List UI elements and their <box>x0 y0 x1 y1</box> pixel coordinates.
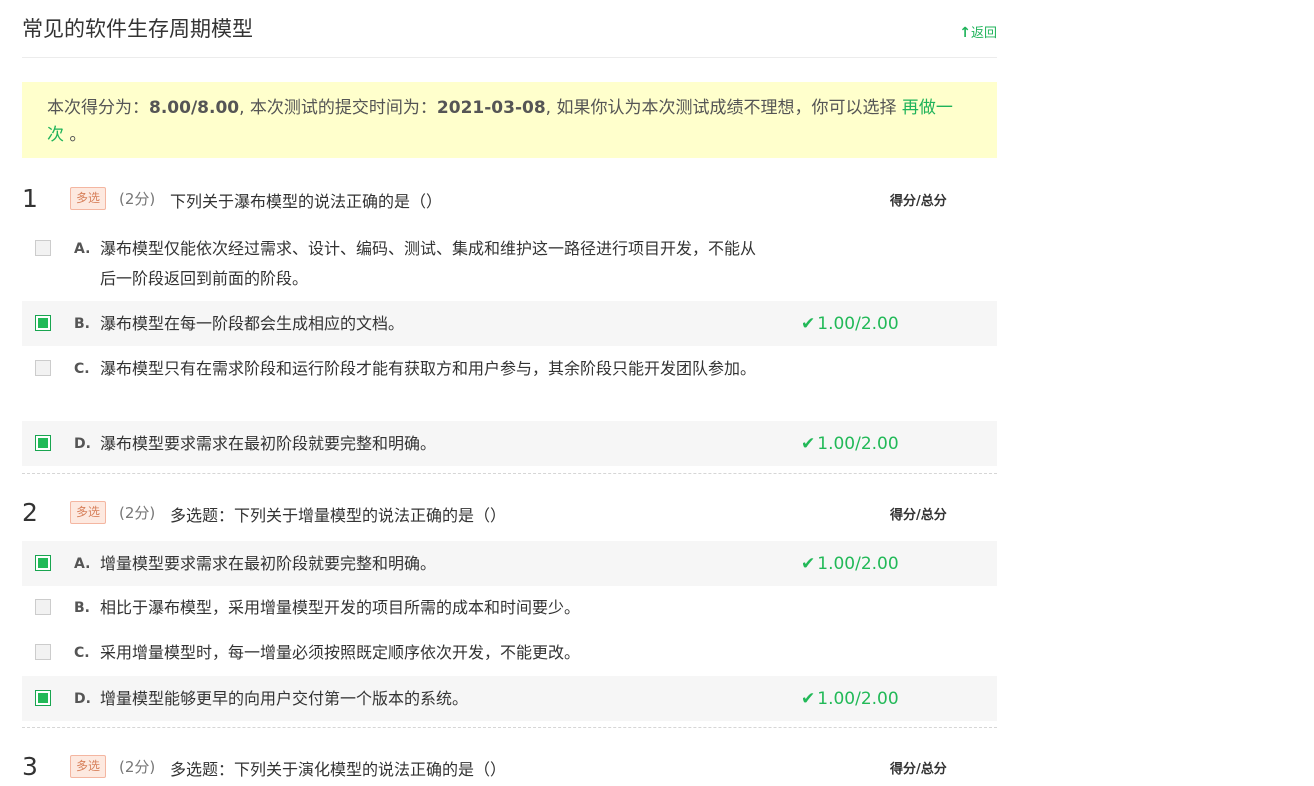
question-number: 1 <box>22 184 38 213</box>
option-text: 瀑布模型只有在需求阶段和运行阶段才能有获取方和用户参与，其余阶段只能开发团队参加… <box>100 359 757 378</box>
option-text: 瀑布模型仅能依次经过需求、设计、编码、测试、集成和维护这一路径进行项目开发，不能… <box>100 239 757 288</box>
question-divider <box>22 473 997 474</box>
option-letter: C. <box>74 361 90 377</box>
page-title: 常见的软件生存周期模型 <box>22 17 253 41</box>
option-a[interactable]: A. 瀑布模型仅能依次经过需求、设计、编码、测试、集成和维护这一路径进行项目开发… <box>22 234 997 294</box>
option-letter: D. <box>74 691 91 707</box>
question-header: 3 多选 (2分) 多选题：下列关于演化模型的说法正确的是（） 得分/总分 <box>22 752 997 782</box>
option-score: 1.00/2.00 <box>817 554 899 574</box>
option-d[interactable]: D. 增量模型能够更早的向用户交付第一个版本的系统。 ✔ 1.00/2.00 <box>22 676 997 721</box>
score-middle: , 本次测试的提交时间为： <box>239 98 437 118</box>
score-prefix: 本次得分为： <box>47 98 149 118</box>
score-summary: 本次得分为：8.00/8.00, 本次测试的提交时间为：2021-03-08, … <box>22 82 997 158</box>
question-points: (2分) <box>119 504 156 522</box>
question-3: 3 多选 (2分) 多选题：下列关于演化模型的说法正确的是（） 得分/总分 <box>22 752 997 784</box>
option-text: 瀑布模型在每一阶段都会生成相应的文档。 <box>100 314 405 333</box>
question-text: 下列关于瀑布模型的说法正确的是（） <box>170 192 443 211</box>
option-result: ✔ 1.00/2.00 <box>801 554 899 574</box>
question-header: 2 多选 (2分) 多选题：下列关于增量模型的说法正确的是（） 得分/总分 <box>22 498 997 528</box>
checkmark-icon: ✔ <box>801 689 816 709</box>
option-letter: B. <box>74 600 90 616</box>
quiz-page: 常见的软件生存周期模型 ↑返回 本次得分为：8.00/8.00, 本次测试的提交… <box>22 0 997 781</box>
checkbox[interactable] <box>35 360 51 376</box>
option-text: 相比于瀑布模型，采用增量模型开发的项目所需的成本和时间要少。 <box>100 598 581 617</box>
back-link[interactable]: ↑返回 <box>959 22 997 41</box>
score-total-header: 得分/总分 <box>890 194 947 209</box>
question-divider <box>22 727 997 728</box>
question-points: (2分) <box>119 758 156 776</box>
score-total-header: 得分/总分 <box>890 508 947 523</box>
option-c[interactable]: C. 瀑布模型只有在需求阶段和运行阶段才能有获取方和用户参与，其余阶段只能开发团… <box>22 352 997 412</box>
option-text: 增量模型要求需求在最初阶段就要完整和明确。 <box>100 554 437 573</box>
option-letter: C. <box>74 645 90 661</box>
question-points: (2分) <box>119 190 156 208</box>
checkmark-icon: ✔ <box>801 554 816 574</box>
option-text: 增量模型能够更早的向用户交付第一个版本的系统。 <box>100 689 469 708</box>
option-score: 1.00/2.00 <box>817 434 899 454</box>
question-number: 3 <box>22 752 38 781</box>
question-type-badge: 多选 <box>70 187 107 210</box>
option-letter: A. <box>74 241 91 257</box>
checkmark-icon: ✔ <box>801 314 816 334</box>
option-d[interactable]: D. 瀑布模型要求需求在最初阶段就要完整和明确。 ✔ 1.00/2.00 <box>22 421 997 466</box>
question-2: 2 多选 (2分) 多选题：下列关于增量模型的说法正确的是（） 得分/总分 A.… <box>22 498 997 726</box>
checkbox[interactable] <box>35 240 51 256</box>
question-1: 1 多选 (2分) 下列关于瀑布模型的说法正确的是（） 得分/总分 A. 瀑布模… <box>22 184 997 474</box>
option-score: 1.00/2.00 <box>817 689 899 709</box>
option-c[interactable]: C. 采用增量模型时，每一增量必须按照既定顺序依次开发，不能更改。 <box>22 631 997 676</box>
option-letter: D. <box>74 436 91 452</box>
checkbox[interactable] <box>35 599 51 615</box>
option-result: ✔ 1.00/2.00 <box>801 434 899 454</box>
option-letter: A. <box>74 556 91 572</box>
option-b[interactable]: B. 相比于瀑布模型，采用增量模型开发的项目所需的成本和时间要少。 <box>22 586 997 631</box>
score-suffix: , 如果你认为本次测试成绩不理想，你可以选择 <box>545 98 897 118</box>
question-header: 1 多选 (2分) 下列关于瀑布模型的说法正确的是（） 得分/总分 <box>22 184 997 214</box>
option-result: ✔ 1.00/2.00 <box>801 689 899 709</box>
option-b[interactable]: B. 瀑布模型在每一阶段都会生成相应的文档。 ✔ 1.00/2.00 <box>22 301 997 346</box>
score-total-header: 得分/总分 <box>890 762 947 777</box>
checkbox[interactable] <box>35 644 51 660</box>
checkbox[interactable] <box>35 435 51 451</box>
submit-date: 2021-03-08 <box>436 98 546 118</box>
option-text: 瀑布模型要求需求在最初阶段就要完整和明确。 <box>100 434 437 453</box>
option-text: 采用增量模型时，每一增量必须按照既定顺序依次开发，不能更改。 <box>100 643 581 662</box>
option-result: ✔ 1.00/2.00 <box>801 314 899 334</box>
option-score: 1.00/2.00 <box>817 314 899 334</box>
checkbox[interactable] <box>35 315 51 331</box>
checkbox[interactable] <box>35 690 51 706</box>
score-value: 8.00/8.00 <box>149 98 240 118</box>
back-label: 返回 <box>970 26 997 41</box>
option-a[interactable]: A. 增量模型要求需求在最初阶段就要完整和明确。 ✔ 1.00/2.00 <box>22 541 997 586</box>
question-type-badge: 多选 <box>70 755 107 778</box>
page-header: 常见的软件生存周期模型 ↑返回 <box>22 0 997 58</box>
score-end: 。 <box>69 125 87 145</box>
question-text: 多选题：下列关于演化模型的说法正确的是（） <box>170 760 507 779</box>
checkmark-icon: ✔ <box>801 434 816 454</box>
question-text: 多选题：下列关于增量模型的说法正确的是（） <box>170 506 507 525</box>
arrow-up-icon: ↑ <box>959 25 971 41</box>
checkbox[interactable] <box>35 555 51 571</box>
question-number: 2 <box>22 498 38 527</box>
question-type-badge: 多选 <box>70 501 107 524</box>
option-letter: B. <box>74 316 90 332</box>
